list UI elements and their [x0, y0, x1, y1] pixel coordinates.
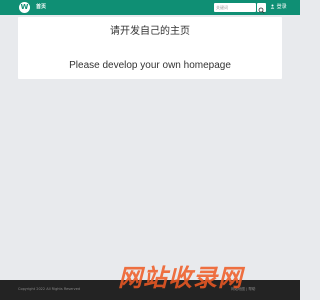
copyright-text: Copyright 2022 All Rights Reserved — [18, 287, 81, 291]
top-navbar: W 首页 登录 — [0, 0, 300, 15]
watermark-logo: 网站收录网 — [118, 264, 243, 292]
search-icon — [258, 7, 265, 14]
page-title: 请开发自己的主页 — [110, 26, 190, 37]
site-logo[interactable]: W — [19, 2, 30, 13]
homepage-card: 请开发自己的主页 Please develop your own homepag… — [18, 17, 282, 79]
login-label: 登录 — [276, 4, 287, 10]
login-link[interactable]: 登录 — [270, 3, 287, 12]
nav-home-link[interactable]: 首页 — [36, 3, 46, 12]
user-icon — [270, 4, 275, 9]
search-button[interactable] — [257, 3, 266, 14]
page-subtitle: Please develop your own homepage — [69, 60, 231, 71]
search-input[interactable] — [214, 3, 256, 12]
